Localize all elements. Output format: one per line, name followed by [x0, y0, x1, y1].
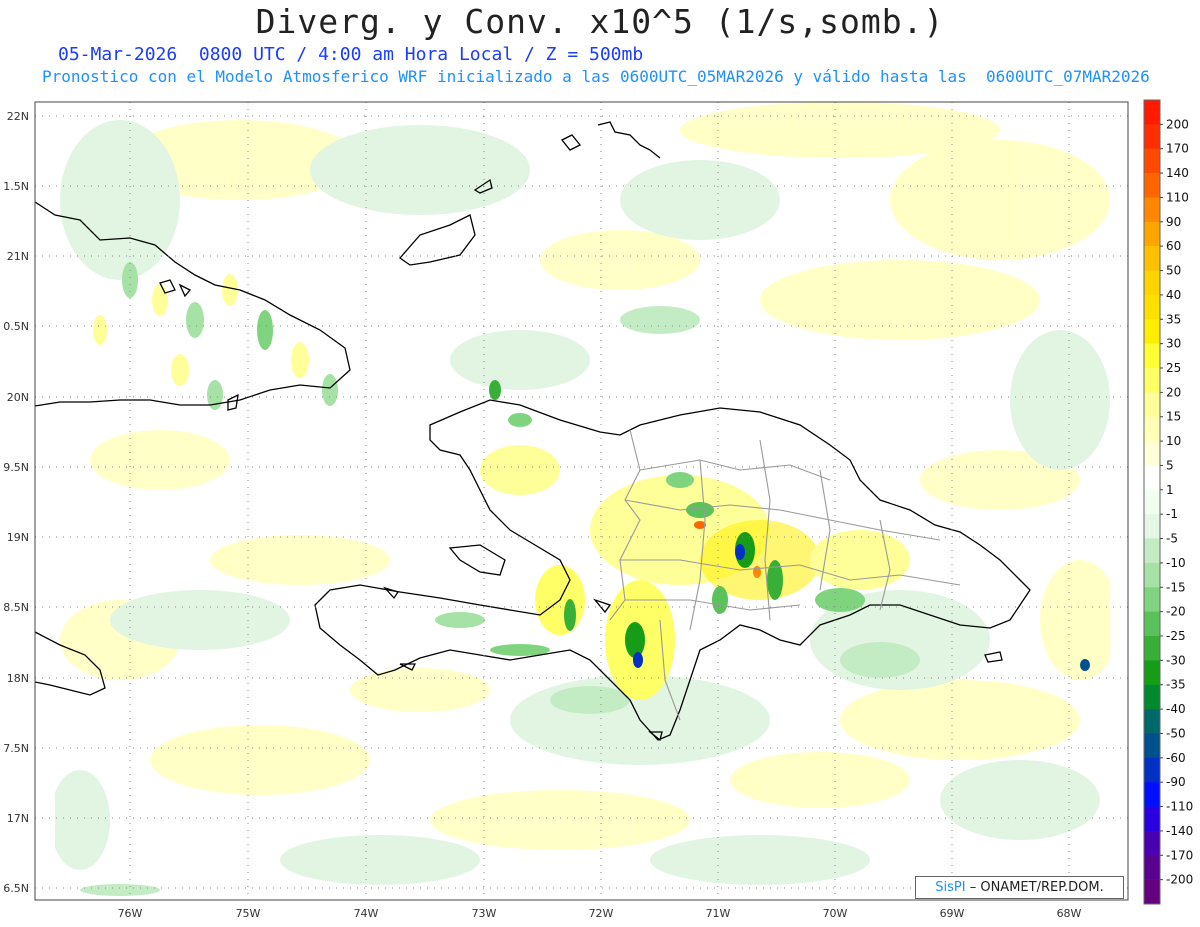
- lat-label: 8.5N: [3, 601, 29, 614]
- colorbar-label: 30: [1166, 337, 1181, 351]
- credit-box: SisPI – ONAMET/REP.DOM.: [915, 876, 1124, 899]
- colorbar-label: 170: [1166, 142, 1189, 156]
- colorbar-label: 10: [1166, 434, 1181, 448]
- colorbar: 200 170 140 110 90 60 50 40 35 30 25 20 15 10 5 1 -1 -5 -1…: [1143, 99, 1193, 905]
- colorbar-swatch: [1144, 806, 1160, 832]
- lat-label: 6.5N: [3, 882, 29, 895]
- divergence-field: [35, 102, 1128, 900]
- lat-label: 1.5N: [3, 180, 29, 193]
- lon-label: 76W: [118, 907, 143, 920]
- colorbar-swatch: [1144, 100, 1160, 125]
- lat-label: 19N: [7, 531, 29, 544]
- lat-label: 0.5N: [3, 320, 29, 333]
- colorbar-swatch: [1144, 757, 1160, 783]
- colorbar-label: -30: [1166, 653, 1186, 667]
- colorbar-swatch: [1144, 489, 1160, 515]
- colorbar-swatch: [1144, 611, 1160, 637]
- colorbar-swatch: [1144, 319, 1160, 344]
- colorbar-label: 5: [1166, 458, 1174, 472]
- colorbar-swatch: [1144, 660, 1160, 686]
- colorbar-swatch: [1144, 246, 1160, 271]
- colorbar-label: -20: [1166, 605, 1186, 619]
- colorbar-swatch: [1144, 197, 1160, 223]
- lat-label: 20N: [7, 391, 29, 404]
- colorbar-swatch: [1144, 148, 1160, 174]
- lat-label: 7.5N: [3, 742, 29, 755]
- lon-label: 75W: [236, 907, 261, 920]
- colorbar-swatch: [1144, 173, 1160, 198]
- colorbar-swatch: [1144, 733, 1160, 759]
- lat-label: 9.5N: [3, 461, 29, 474]
- colorbar-swatch: [1144, 270, 1160, 296]
- lat-label: 17N: [7, 812, 29, 825]
- colorbar-swatch: [1144, 855, 1160, 880]
- colorbar-label: -5: [1166, 532, 1178, 546]
- colorbar-swatch: [1144, 392, 1160, 418]
- colorbar-label: -25: [1166, 629, 1186, 643]
- colorbar-swatch: [1144, 368, 1160, 393]
- colorbar-swatch: [1144, 782, 1160, 807]
- colorbar-label: -60: [1166, 751, 1186, 765]
- colorbar-label: -110: [1166, 800, 1193, 814]
- colorbar-swatch: [1144, 221, 1160, 247]
- colorbar-swatch: [1144, 124, 1160, 150]
- colorbar-label: 50: [1166, 264, 1181, 278]
- colorbar-label: -1: [1166, 507, 1178, 521]
- colorbar-swatch: [1144, 684, 1160, 710]
- colorbar-swatch: [1144, 538, 1160, 564]
- colorbar-swatch: [1144, 879, 1160, 905]
- lon-label: 72W: [589, 907, 614, 920]
- colorbar-label: 25: [1166, 361, 1181, 375]
- colorbar-label: -35: [1166, 678, 1186, 692]
- colorbar-label: -140: [1166, 824, 1193, 838]
- colorbar-swatch: [1144, 709, 1160, 734]
- colorbar-swatch: [1144, 514, 1160, 539]
- lon-label: 68W: [1057, 907, 1082, 920]
- colorbar-swatch: [1144, 465, 1160, 491]
- credit-text: – ONAMET/REP.DOM.: [965, 880, 1104, 895]
- colorbar-label: -40: [1166, 702, 1186, 716]
- colorbar-label: -90: [1166, 775, 1186, 789]
- colorbar-label: 20: [1166, 385, 1181, 399]
- lon-label: 71W: [706, 907, 731, 920]
- colorbar-label: 15: [1166, 410, 1181, 424]
- colorbar-label: -15: [1166, 580, 1186, 594]
- longitude-labels: 76W 75W 74W 73W 72W 71W 70W 69W 68W: [118, 907, 1082, 920]
- colorbar-label: 40: [1166, 288, 1181, 302]
- colorbar-swatch: [1144, 636, 1160, 661]
- lon-label: 74W: [354, 907, 379, 920]
- colorbar-swatch: [1144, 294, 1160, 320]
- sispi-logo: SisPI: [935, 880, 966, 895]
- colorbar-label: 140: [1166, 166, 1189, 180]
- lon-label: 73W: [472, 907, 497, 920]
- colorbar-swatch: [1144, 562, 1160, 588]
- colorbar-label: 35: [1166, 312, 1181, 326]
- colorbar-label: 200: [1166, 117, 1189, 131]
- colorbar-label: 60: [1166, 239, 1181, 253]
- colorbar-label: -50: [1166, 726, 1186, 740]
- colorbar-swatch: [1144, 830, 1160, 856]
- colorbar-swatch: [1144, 587, 1160, 612]
- colorbar-label: 110: [1166, 190, 1189, 204]
- colorbar-swatch: [1144, 416, 1160, 442]
- colorbar-swatch: [1144, 441, 1160, 466]
- colorbar-swatch: [1144, 343, 1160, 369]
- lat-label: 22N: [7, 110, 29, 123]
- colorbar-label: 90: [1166, 215, 1181, 229]
- lon-label: 69W: [940, 907, 965, 920]
- colorbar-label: 1: [1166, 483, 1174, 497]
- latitude-labels: 22N 1.5N 21N 0.5N 20N 9.5N 19N 8.5N 18N …: [3, 110, 29, 895]
- map-panel: 22N 1.5N 21N 0.5N 20N 9.5N 19N 8.5N 18N …: [3, 99, 1193, 920]
- lon-label: 70W: [823, 907, 848, 920]
- lat-label: 21N: [7, 250, 29, 263]
- colorbar-label: -170: [1166, 848, 1193, 862]
- lat-label: 18N: [7, 672, 29, 685]
- colorbar-label: -10: [1166, 556, 1186, 570]
- colorbar-label: -200: [1166, 873, 1193, 887]
